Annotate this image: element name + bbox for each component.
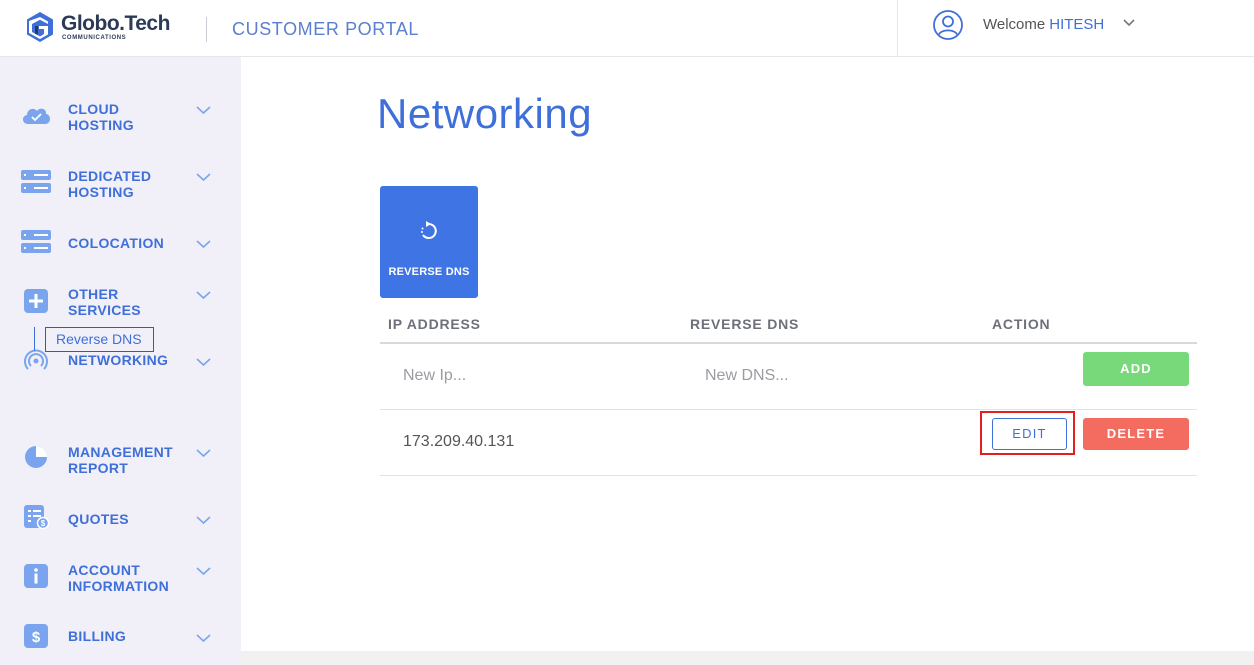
welcome-label: Welcome	[983, 16, 1046, 33]
header-right-divider	[897, 0, 898, 56]
info-icon	[24, 564, 48, 588]
sidebar-item-quotes[interactable]: $ QUOTES	[0, 494, 241, 544]
sidebar-item-label: BILLING	[68, 628, 127, 644]
column-header-reverse-dns: REVERSE DNS	[690, 316, 800, 332]
chevron-down-icon[interactable]	[195, 172, 212, 182]
add-button[interactable]: ADD	[1083, 352, 1189, 386]
header-divider	[206, 17, 207, 42]
welcome-message[interactable]: Welcome HITESH	[983, 16, 1104, 33]
chevron-down-icon[interactable]	[195, 566, 212, 576]
sidebar-item-label: COLOCATION	[68, 235, 165, 251]
logo-text: Globo.Tech	[61, 12, 170, 35]
user-avatar-icon[interactable]	[932, 9, 964, 41]
svg-text:$: $	[41, 519, 46, 528]
reverse-dns-tile[interactable]: REVERSE DNS	[380, 186, 478, 298]
plus-icon	[24, 289, 48, 313]
top-header: Globo.Tech COMMUNICATIONS CUSTOMER PORTA…	[0, 0, 1254, 57]
chevron-down-icon[interactable]	[195, 633, 212, 643]
sidebar-item-label: NETWORKING	[68, 352, 169, 368]
globotech-logo-icon[interactable]	[24, 11, 56, 43]
chevron-down-icon[interactable]	[195, 448, 212, 458]
quote-list-icon: $	[24, 505, 50, 530]
sidebar-subitem-reverse-dns[interactable]: Reverse DNS	[45, 327, 154, 352]
new-dns-input[interactable]	[705, 362, 965, 390]
refresh-icon	[421, 221, 437, 239]
edit-button[interactable]: EDIT	[992, 418, 1067, 450]
dollar-icon: $	[24, 624, 48, 648]
ip-address-cell: 173.209.40.131	[403, 433, 515, 450]
new-ip-input[interactable]	[403, 362, 663, 390]
pie-chart-icon	[25, 446, 47, 468]
sidebar-item-label: DEDICATED HOSTING	[68, 168, 152, 200]
chevron-down-icon[interactable]	[1122, 18, 1136, 28]
server-icon	[21, 230, 51, 253]
sidebar-item-label: CLOUD HOSTING	[68, 101, 134, 133]
row-divider	[380, 409, 1197, 410]
chevron-down-icon[interactable]	[195, 290, 212, 300]
server-icon	[21, 170, 51, 193]
sidebar-item-label: OTHER SERVICES	[68, 286, 141, 318]
sidebar-item-dedicated-hosting[interactable]: DEDICATED HOSTING	[0, 158, 241, 208]
portal-title: CUSTOMER PORTAL	[232, 19, 420, 39]
chevron-down-icon[interactable]	[195, 105, 212, 115]
column-header-ip-address: IP ADDRESS	[388, 316, 481, 332]
sidebar-item-colocation[interactable]: COLOCATION	[0, 218, 241, 268]
sidebar-item-cloud-hosting[interactable]: CLOUD HOSTING	[0, 91, 241, 141]
table-header-divider	[380, 342, 1197, 344]
row-divider	[380, 475, 1197, 476]
sidebar-item-label: ACCOUNT INFORMATION	[68, 562, 170, 594]
sidebar-item-account-information[interactable]: ACCOUNT INFORMATION	[0, 552, 241, 602]
chevron-down-icon[interactable]	[195, 357, 212, 367]
sidebar-item-billing[interactable]: $ BILLING	[0, 612, 241, 662]
svg-text:$: $	[32, 629, 41, 646]
username[interactable]: HITESH	[1049, 16, 1104, 33]
chevron-down-icon[interactable]	[195, 239, 212, 249]
sidebar-item-other-services[interactable]: OTHER SERVICES	[0, 276, 241, 326]
sidebar-item-label: MANAGEMENT REPORT	[68, 444, 173, 476]
sidebar-item-label: QUOTES	[68, 511, 129, 527]
delete-button[interactable]: DELETE	[1083, 418, 1189, 450]
sidebar-item-management-report[interactable]: MANAGEMENT REPORT	[0, 434, 241, 484]
column-header-action: ACTION	[992, 316, 1051, 332]
chevron-down-icon[interactable]	[195, 515, 212, 525]
tile-label: REVERSE DNS	[388, 266, 470, 278]
footer-strip	[241, 651, 1254, 665]
page-title: Networking	[377, 90, 593, 137]
logo-subtitle: COMMUNICATIONS	[62, 35, 127, 41]
cloud-icon	[22, 108, 50, 124]
submenu-indicator	[34, 327, 35, 351]
